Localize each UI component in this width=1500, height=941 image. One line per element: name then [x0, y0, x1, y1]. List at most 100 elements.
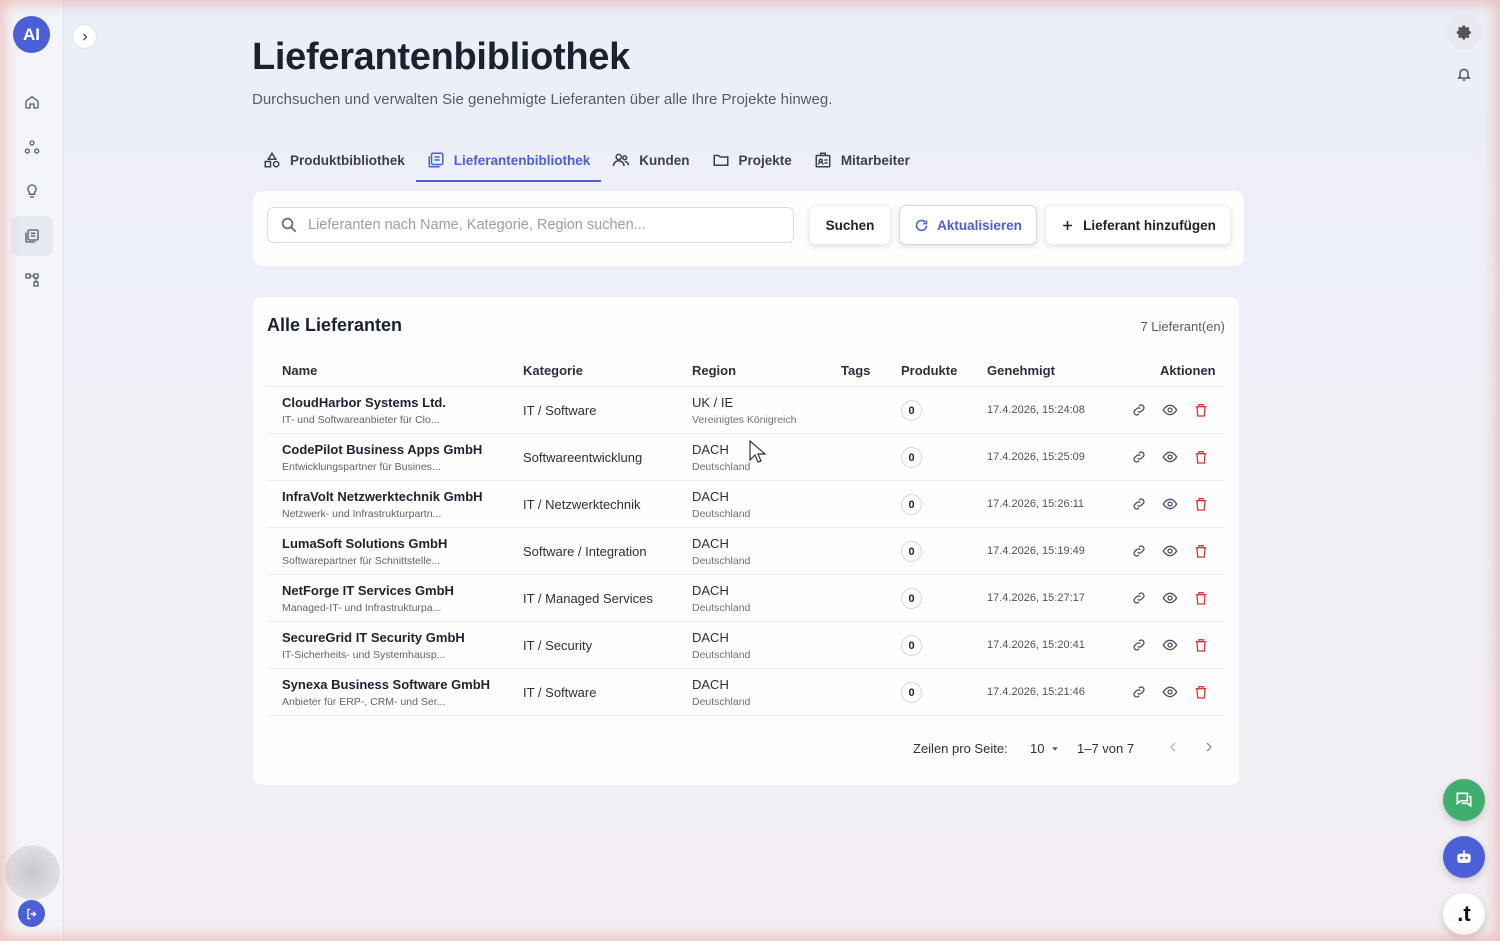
- user-avatar[interactable]: [5, 845, 60, 900]
- table-row[interactable]: NetForge IT Services GmbH Managed-IT- und…: [267, 575, 1225, 622]
- view-button[interactable]: [1160, 447, 1179, 466]
- link-button[interactable]: [1129, 400, 1148, 419]
- search-box: [267, 207, 794, 243]
- supplier-region: DACH: [692, 677, 729, 692]
- tab-projekte[interactable]: Projekte: [701, 140, 803, 180]
- app-avatar[interactable]: AI: [13, 16, 50, 53]
- supplier-name[interactable]: NetForge IT Services GmbH: [282, 583, 454, 598]
- view-button[interactable]: [1160, 494, 1179, 513]
- supplier-description: Netzwerk- und Infrastrukturpartn...: [282, 508, 442, 520]
- logout-button[interactable]: [18, 900, 45, 927]
- assistant-button[interactable]: [1443, 836, 1485, 878]
- table-header: Name Kategorie Region Tags Produkte Gene…: [267, 355, 1225, 387]
- sidebar-library[interactable]: [11, 216, 53, 256]
- link-icon: [1132, 403, 1145, 416]
- rows-per-page-select[interactable]: 10: [1030, 741, 1060, 756]
- table-row[interactable]: CloudHarbor Systems Ltd. IT- und Software…: [267, 387, 1225, 434]
- add-supplier-button[interactable]: Lieferant hinzufügen: [1045, 205, 1231, 245]
- approved-date: 17.4.2026, 15:20:41: [987, 639, 1085, 651]
- delete-button[interactable]: [1191, 588, 1210, 607]
- shapes-icon: [264, 151, 280, 168]
- table-row[interactable]: CodePilot Business Apps GmbH Entwicklungs…: [267, 434, 1225, 481]
- settings-button[interactable]: [1446, 14, 1482, 50]
- notifications-button[interactable]: [1453, 63, 1475, 85]
- link-button[interactable]: [1129, 447, 1148, 466]
- delete-button[interactable]: [1191, 400, 1210, 419]
- sidebar-ideas[interactable]: [14, 173, 50, 209]
- tab-label: Kunden: [639, 152, 690, 168]
- column-products[interactable]: Produkte: [901, 363, 957, 378]
- column-approved[interactable]: Genehmigt: [987, 363, 1055, 378]
- approved-date: 17.4.2026, 15:26:11: [987, 498, 1085, 510]
- view-button[interactable]: [1160, 588, 1179, 607]
- supplier-category: Softwareentwicklung: [523, 450, 643, 465]
- column-region[interactable]: Region: [692, 363, 736, 378]
- search-icon: [281, 217, 297, 233]
- approved-date: 17.4.2026, 15:19:49: [987, 545, 1085, 557]
- refresh-icon: [915, 219, 928, 231]
- supplier-description: IT-Sicherheits- und Systemhausp...: [282, 649, 446, 661]
- trash-icon: [1195, 685, 1206, 699]
- link-button[interactable]: [1129, 682, 1148, 701]
- search-button[interactable]: Suchen: [809, 205, 891, 245]
- chat-icon: [1456, 792, 1472, 808]
- view-button[interactable]: [1160, 541, 1179, 560]
- delete-button[interactable]: [1191, 494, 1210, 513]
- supplier-count: 7 Lieferant(en): [1140, 319, 1225, 334]
- column-tags[interactable]: Tags: [841, 363, 870, 378]
- supplier-category: IT / Managed Services: [523, 591, 653, 606]
- table-row[interactable]: LumaSoft Solutions GmbH Softwarepartner f…: [267, 528, 1225, 575]
- tab-lieferantenbibliothek[interactable]: Lieferantenbibliothek: [415, 140, 602, 182]
- sidebar-network[interactable]: [14, 129, 50, 165]
- trash-icon: [1195, 591, 1206, 605]
- delete-button[interactable]: [1191, 541, 1210, 560]
- supplier-country: Deutschland: [692, 649, 751, 661]
- column-name[interactable]: Name: [282, 363, 317, 378]
- tab-mitarbeiter[interactable]: Mitarbeiter: [803, 140, 921, 180]
- chat-button[interactable]: [1443, 779, 1485, 821]
- approved-date: 17.4.2026, 15:24:08: [987, 404, 1085, 416]
- link-icon: [1132, 685, 1145, 698]
- supplier-region: DACH: [692, 536, 729, 551]
- delete-button[interactable]: [1191, 447, 1210, 466]
- column-category[interactable]: Kategorie: [523, 363, 583, 378]
- tab-produktbibliothek[interactable]: Produktbibliothek: [252, 140, 416, 180]
- pagination-range: 1–7 von 7: [1077, 741, 1135, 756]
- link-button[interactable]: [1129, 588, 1148, 607]
- search-input[interactable]: [308, 217, 778, 233]
- sidebar-toggle-button[interactable]: [72, 24, 97, 49]
- mouse-cursor-icon: [749, 440, 766, 463]
- refresh-button[interactable]: Aktualisieren: [899, 205, 1037, 245]
- link-button[interactable]: [1129, 494, 1148, 513]
- delete-button[interactable]: [1191, 682, 1210, 701]
- supplier-name[interactable]: Synexa Business Software GmbH: [282, 677, 490, 692]
- link-button[interactable]: [1129, 635, 1148, 654]
- supplier-name[interactable]: LumaSoft Solutions GmbH: [282, 536, 447, 551]
- supplier-name[interactable]: SecureGrid IT Security GmbH: [282, 630, 465, 645]
- previous-page-button[interactable]: [1165, 739, 1181, 758]
- view-button[interactable]: [1160, 635, 1179, 654]
- plus-icon: [1063, 220, 1072, 230]
- supplier-name[interactable]: CloudHarbor Systems Ltd.: [282, 395, 446, 410]
- supplier-name[interactable]: InfraVolt Netzwerktechnik GmbH: [282, 489, 483, 504]
- view-button[interactable]: [1160, 400, 1179, 419]
- supplier-country: Deutschland: [692, 461, 751, 473]
- supplier-name[interactable]: CodePilot Business Apps GmbH: [282, 442, 482, 457]
- table-row[interactable]: Synexa Business Software GmbH Anbieter fü…: [267, 669, 1225, 716]
- next-page-button[interactable]: [1201, 739, 1217, 758]
- brand-button[interactable]: .t: [1443, 893, 1485, 935]
- tab-kunden[interactable]: Kunden: [601, 140, 700, 180]
- sidebar-home[interactable]: [14, 84, 50, 120]
- product-count-badge: 0: [901, 494, 922, 515]
- table-row[interactable]: SecureGrid IT Security GmbH IT-Sicherheit…: [267, 622, 1225, 669]
- product-count-badge: 0: [901, 635, 922, 656]
- gear-icon: [1456, 24, 1471, 40]
- view-button[interactable]: [1160, 682, 1179, 701]
- delete-button[interactable]: [1191, 635, 1210, 654]
- link-button[interactable]: [1129, 541, 1148, 560]
- supplier-country: Vereinigtes Königreich: [692, 414, 797, 426]
- sidebar-hierarchy[interactable]: [14, 262, 50, 298]
- table-row[interactable]: InfraVolt Netzwerktechnik GmbH Netzwerk- …: [267, 481, 1225, 528]
- pagination: Zeilen pro Seite: 10 1–7 von 7: [253, 739, 1241, 759]
- product-count-badge: 0: [901, 588, 922, 609]
